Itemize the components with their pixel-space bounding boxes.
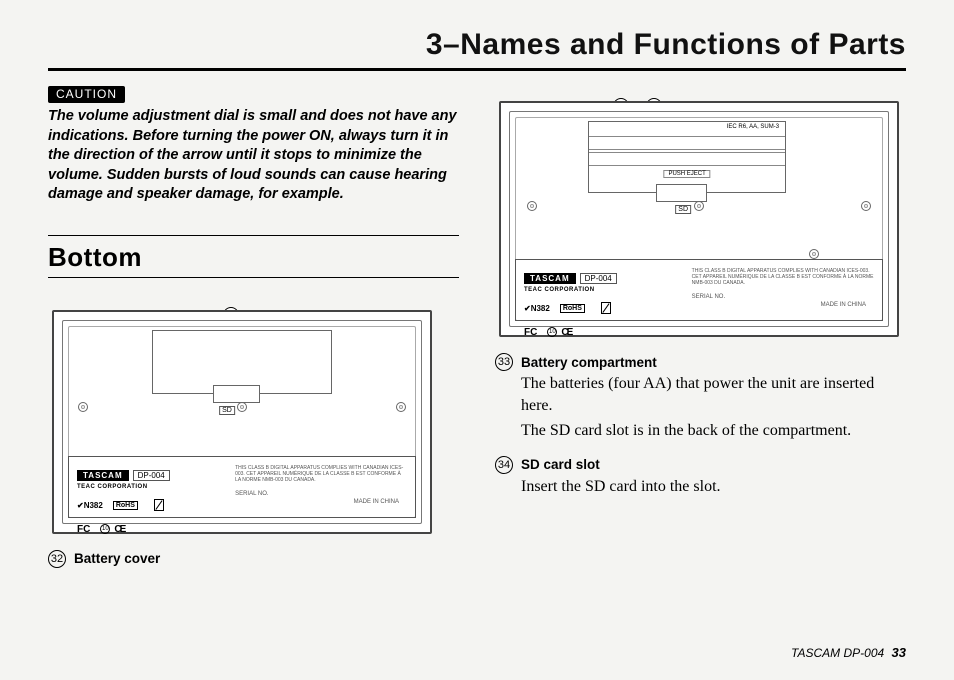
def-32: 32 Battery cover (48, 550, 459, 568)
label-plate-2: TASCAMDP-004 TEAC CORPORATION ✔N382 RoHS… (515, 259, 883, 321)
caution-block: CAUTION The volume adjustment dial is sm… (48, 85, 459, 205)
model-label: DP-004 (133, 470, 170, 481)
left-column: CAUTION The volume adjustment dial is sm… (48, 85, 459, 582)
brand-label: TASCAM (77, 470, 129, 481)
sd-label-2: SD (675, 205, 691, 214)
corp-label: TEAC CORPORATION (77, 484, 221, 490)
desc-34: Insert the SD card into the slot. (521, 476, 906, 498)
two-column-layout: CAUTION The volume adjustment dial is sm… (48, 85, 906, 582)
device-illustration-closed: SD TASCAM DP-004 TEAC CORPORATION ✔N382 R… (52, 310, 432, 534)
def-34: 34 SD card slot Insert the SD card into t… (495, 456, 906, 498)
fcc-mark: FC (77, 524, 90, 535)
ce-mark: CE (114, 524, 124, 535)
device-illustration-open: IEC R6, AA, SUM-3 PUSH EJECT SD TASCAMDP… (499, 101, 899, 337)
made-in-label: MADE IN CHINA (354, 499, 399, 505)
section-rule-top (48, 235, 459, 236)
num-32: 32 (48, 550, 66, 568)
cert-code: ✔N382 (77, 501, 103, 510)
serial-label: SERIAL NO. (235, 491, 407, 497)
figure-bottom-open: 33 34 IEC R6, AA, SUM-3 (499, 101, 906, 337)
batt-spec: IEC R6, AA, SUM-3 (727, 124, 779, 130)
name-32: Battery cover (74, 551, 160, 566)
chapter-title: 3–Names and Functions of Parts (48, 28, 906, 71)
push-eject: PUSH EJECT (663, 170, 710, 178)
manual-page: 3–Names and Functions of Parts CAUTION T… (0, 0, 954, 680)
label-plate: TASCAM DP-004 TEAC CORPORATION ✔N382 RoHS… (68, 456, 416, 518)
right-column: 33 34 IEC R6, AA, SUM-3 (495, 85, 906, 582)
desc-33a: The batteries (four AA) that power the u… (521, 373, 906, 416)
battery-compartment-open: IEC R6, AA, SUM-3 PUSH EJECT (588, 121, 786, 193)
caution-badge: CAUTION (48, 86, 125, 103)
name-34: SD card slot (521, 457, 600, 472)
weee-icon (154, 499, 164, 511)
footer-product: TASCAM DP-004 (791, 646, 884, 660)
sd-label: SD (219, 406, 235, 415)
circled-mark: 10 (100, 524, 110, 534)
caution-text: The volume adjustment dial is small and … (48, 107, 459, 205)
footer-page-number: 33 (892, 645, 906, 660)
desc-33b: The SD card slot is in the back of the c… (521, 420, 906, 442)
def-33: 33 Battery compartment The batteries (fou… (495, 353, 906, 442)
rohs-mark: RoHS (113, 501, 138, 510)
figure-bottom-closed: 32 SD TASCAMDP-004 TEAC CORPOR (52, 310, 459, 534)
num-33: 33 (495, 353, 513, 371)
section-heading: Bottom (48, 242, 459, 273)
num-34: 34 (495, 456, 513, 474)
section-rule-bottom (48, 277, 459, 278)
page-footer: TASCAM DP-004 33 (791, 645, 906, 660)
compliance-text: THIS CLASS B DIGITAL APPARATUS COMPLIES … (235, 465, 407, 483)
name-33: Battery compartment (521, 355, 657, 370)
